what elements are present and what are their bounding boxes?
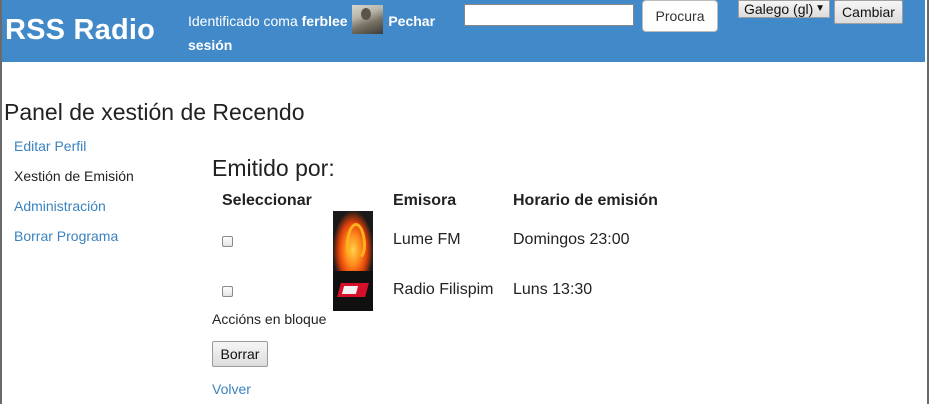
broadcast-schedule: Luns 13:30 (513, 281, 593, 298)
login-prefix: Identificado coma (188, 13, 298, 29)
sidebar-item-delete-program[interactable]: Borrar Programa (14, 227, 134, 257)
language-select[interactable]: Galego (gl) ▼ (738, 0, 830, 18)
site-header: RSS Radio Identificado coma ferblee Pech… (2, 0, 925, 62)
column-header-station: Emisora (393, 192, 457, 209)
column-header-schedule: Horario de emisión (513, 192, 658, 209)
row-select-checkbox[interactable] (222, 286, 233, 297)
site-logo[interactable]: RSS Radio (5, 14, 155, 47)
language-selected: Galego (gl) (744, 1, 814, 17)
search-input[interactable] (464, 4, 634, 26)
section-title: Emitido por: (212, 155, 335, 181)
station-name: Lume FM (393, 231, 461, 248)
radio-filispim-logo-icon (333, 271, 373, 311)
sidebar-item-administration[interactable]: Administración (14, 197, 134, 227)
sidebar-item-broadcast-management: Xestión de Emisión (14, 168, 134, 184)
delete-button[interactable]: Borrar (212, 341, 268, 367)
search-button[interactable]: Procura (642, 0, 718, 32)
change-language-button[interactable]: Cambiar (834, 0, 903, 24)
page-title: Panel de xestión de Recendo (4, 99, 305, 125)
username-link[interactable]: ferblee (302, 13, 348, 29)
flame-logo-icon (333, 211, 373, 271)
bulk-actions-label: Accións en bloque (212, 311, 327, 327)
column-header-select: Seleccionar (222, 192, 312, 209)
sidebar: Editar Perfil Xestión de Emisión Adminis… (14, 137, 134, 257)
login-info: Identificado coma ferblee Pechar sesión (188, 5, 448, 56)
station-name: Radio Filispim (393, 281, 494, 298)
row-select-checkbox[interactable] (222, 236, 233, 247)
broadcast-schedule: Domingos 23:00 (513, 231, 630, 248)
sidebar-item-edit-profile[interactable]: Editar Perfil (14, 137, 134, 167)
chevron-down-icon: ▼ (815, 3, 825, 14)
back-link[interactable]: Volver (212, 381, 251, 397)
user-avatar[interactable] (352, 5, 384, 34)
